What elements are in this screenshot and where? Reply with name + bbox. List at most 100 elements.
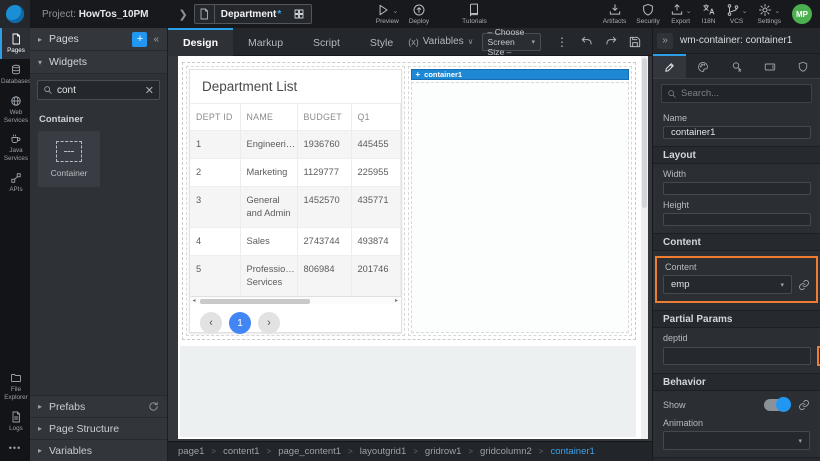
table-title: Department List — [190, 70, 401, 104]
rail-item-java-services[interactable]: Java Services — [0, 128, 30, 167]
container-widget-tile[interactable]: Container — [38, 131, 100, 187]
pagination-prev-button[interactable]: ‹ — [200, 312, 222, 334]
deploy-button[interactable]: Deploy — [409, 3, 429, 25]
content-select[interactable]: emp ▾ — [663, 275, 792, 294]
tab-style[interactable]: Style — [355, 28, 408, 56]
page-structure-section-header[interactable]: ▸ Page Structure — [30, 417, 167, 439]
more-options-icon[interactable]: ••• — [0, 437, 30, 461]
breadcrumb-item-gridrow1[interactable]: gridrow1 — [425, 446, 461, 457]
column-header[interactable]: Q1 — [351, 104, 400, 131]
deptid-input[interactable] — [663, 347, 811, 365]
widgets-section-header[interactable]: ▾ Widgets — [30, 51, 167, 74]
tab-properties[interactable] — [653, 54, 686, 78]
scrollbar-thumb[interactable] — [642, 58, 647, 208]
scroll-right-arrow-icon[interactable]: ▸ — [393, 297, 401, 304]
canvas-vertical-scrollbar[interactable] — [641, 56, 648, 439]
widget-search[interactable]: ✕ — [37, 80, 160, 100]
breadcrumb-item-page-content1[interactable]: page_content1 — [278, 446, 341, 457]
page-selector[interactable]: Department* — [194, 4, 312, 24]
width-input[interactable] — [663, 182, 811, 195]
rail-item-file-explorer[interactable]: File Explorer — [0, 367, 30, 406]
rail-item-apis[interactable]: APIs — [0, 167, 30, 198]
pagination-next-button[interactable]: › — [258, 312, 280, 334]
security-button[interactable]: Security — [636, 3, 659, 25]
animation-select[interactable]: ▾ — [663, 431, 810, 450]
variables-section-header[interactable]: ▸ Variables — [30, 439, 167, 461]
table-row[interactable]: 1Engineeri…1936760445455 — [190, 131, 400, 159]
tab-device[interactable] — [753, 54, 786, 78]
bind-content-icon[interactable] — [798, 279, 810, 291]
rail-item-logs[interactable]: Logs — [0, 406, 30, 437]
collapse-right-panel-icon[interactable]: » — [657, 33, 673, 49]
prefabs-section-header[interactable]: ▸ Prefabs — [30, 395, 167, 417]
page-grid-icon[interactable] — [287, 8, 311, 20]
column-header[interactable]: DEPT ID — [190, 104, 240, 131]
refresh-icon[interactable] — [148, 401, 159, 412]
table-row[interactable]: 4Sales2743744493874 — [190, 228, 400, 256]
undo-button[interactable] — [580, 35, 594, 49]
bind-show-icon[interactable] — [798, 399, 810, 411]
show-toggle[interactable] — [764, 399, 790, 411]
table-row[interactable]: 3General and Admin1452570435771 — [190, 187, 400, 228]
app-logo[interactable] — [0, 0, 30, 28]
breadcrumb-item-content1[interactable]: content1 — [223, 446, 259, 457]
column-header[interactable]: NAME — [240, 104, 297, 131]
add-page-button[interactable]: + — [132, 32, 147, 47]
scrollbar-thumb[interactable] — [200, 299, 310, 304]
rail-item-pages[interactable]: Pages — [0, 28, 30, 59]
clear-search-icon[interactable]: ✕ — [145, 84, 154, 97]
variable-icon: (x) — [408, 37, 419, 47]
preview-button[interactable]: ⌄ Preview — [376, 3, 399, 25]
settings-button[interactable]: ⌄ Settings — [758, 3, 782, 25]
properties-search[interactable] — [661, 84, 812, 103]
pages-section-header[interactable]: ▸ Pages + « — [30, 28, 167, 51]
gridcolumn1[interactable]: Department List DEPT ID NAME BUDGET — [186, 66, 405, 336]
rail-item-web-services[interactable]: Web Services — [0, 90, 30, 129]
table-horizontal-scrollbar[interactable]: ◂ ▸ — [190, 296, 401, 304]
user-avatar[interactable]: MP — [792, 4, 812, 24]
chevron-down-icon: ⌄ — [774, 7, 780, 15]
breadcrumb-item-container1[interactable]: container1 — [550, 446, 594, 457]
save-button[interactable] — [628, 35, 642, 49]
tab-security[interactable] — [787, 54, 820, 78]
book-icon — [467, 3, 481, 17]
topbar: Project: HowTos_10PM ❯ Department* ⌄ Pre… — [0, 0, 820, 28]
height-input[interactable] — [663, 213, 811, 226]
layout-section-header: Layout — [653, 146, 820, 164]
scroll-left-arrow-icon[interactable]: ◂ — [190, 297, 198, 304]
name-input[interactable] — [663, 126, 811, 139]
table-row[interactable]: 2Marketing1129777225955 — [190, 159, 400, 187]
tutorials-button[interactable]: Tutorials — [462, 3, 487, 25]
column-header[interactable]: BUDGET — [297, 104, 351, 131]
selected-container-header[interactable]: + container1 — [411, 69, 630, 80]
properties-tabs — [653, 54, 820, 79]
more-menu-icon[interactable]: ⋮ — [556, 35, 568, 49]
tab-script[interactable]: Script — [298, 28, 355, 56]
pagination-page-1[interactable]: 1 — [229, 312, 251, 334]
breadcrumb-item-layoutgrid1[interactable]: layoutgrid1 — [360, 446, 406, 457]
gridcolumn2[interactable]: + container1 — [408, 66, 633, 336]
tab-styles[interactable] — [686, 54, 719, 78]
page-canvas[interactable]: Department List DEPT ID NAME BUDGET — [178, 56, 648, 439]
variables-dropdown[interactable]: (x) Variables ∨ — [408, 36, 473, 47]
data-table[interactable]: DEPT ID NAME BUDGET Q1 1Engineer — [190, 104, 401, 296]
tab-events[interactable] — [720, 54, 753, 78]
artifacts-button[interactable]: Artifacts — [603, 3, 626, 25]
widget-search-input[interactable] — [57, 85, 145, 96]
table-row[interactable]: 5Professio… Services806984201746 — [190, 256, 400, 297]
container1-content-area[interactable] — [411, 82, 630, 333]
rail-item-databases[interactable]: Databases — [0, 59, 30, 90]
department-table-widget[interactable]: Department List DEPT ID NAME BUDGET — [189, 69, 402, 333]
i18n-button[interactable]: I18N — [702, 3, 716, 25]
properties-search-input[interactable] — [681, 88, 806, 99]
tab-markup[interactable]: Markup — [233, 28, 298, 56]
redo-button[interactable] — [604, 35, 618, 49]
breadcrumb-item-gridcolumn2[interactable]: gridcolumn2 — [480, 446, 532, 457]
collapse-panel-icon[interactable]: « — [153, 34, 159, 45]
export-button[interactable]: ⌄ Export — [670, 3, 692, 25]
vcs-button[interactable]: ⌄ VCS — [726, 3, 748, 25]
layoutgrid1[interactable]: Department List DEPT ID NAME BUDGET — [182, 62, 636, 340]
tab-design[interactable]: Design — [168, 28, 233, 56]
screen-size-select[interactable]: – Choose Screen Size – ▾ — [482, 33, 541, 51]
breadcrumb-item-page1[interactable]: page1 — [178, 446, 204, 457]
